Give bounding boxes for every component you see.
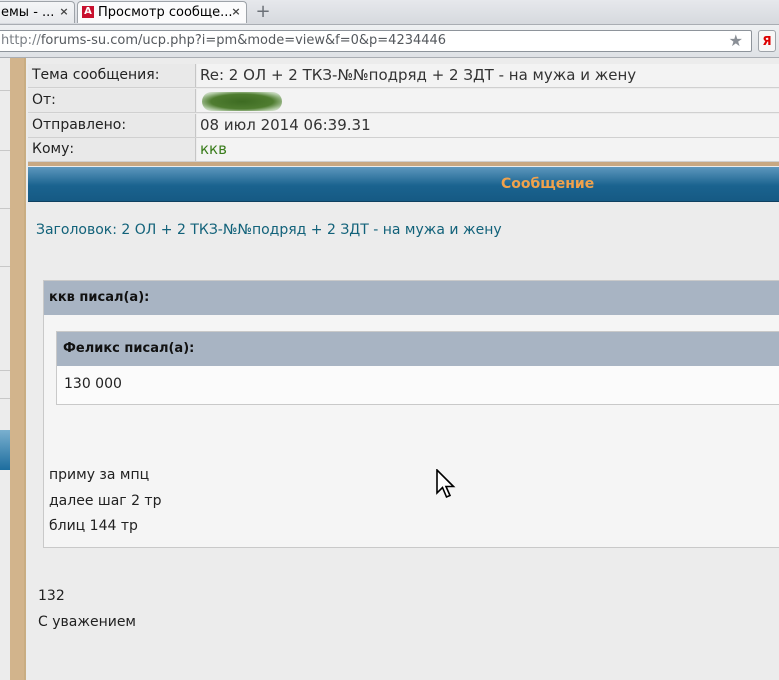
quote-line: блиц 144 тр xyxy=(49,518,138,534)
close-tab-icon[interactable]: × xyxy=(58,6,70,18)
subject-label: Тема сообщения: xyxy=(28,64,196,87)
browser-tab-1[interactable]: емы - ... × xyxy=(0,1,75,23)
message-body-line: 132 xyxy=(38,588,65,604)
message-section-title: Сообщение xyxy=(501,176,595,192)
to-label: Кому: xyxy=(28,138,196,161)
sidebar-divider xyxy=(0,398,10,399)
sidebar-blue-header xyxy=(0,430,10,470)
message-section-header: Сообщение xyxy=(28,167,779,202)
blurred-sender-name xyxy=(202,92,282,111)
mouse-pointer-icon xyxy=(436,469,456,499)
sent-value: 08 июл 2014 06:39.31 xyxy=(197,114,779,137)
browser-nav-bar: http://forums-su.com/ucp.php?i=pm&mode=v… xyxy=(0,25,779,58)
inner-quote-block: Феликс писал(а): 130 000 xyxy=(56,331,779,405)
sidebar-divider xyxy=(0,208,10,209)
tab-title: емы - ... xyxy=(1,5,55,20)
close-tab-icon[interactable]: × xyxy=(230,6,242,18)
sidebar-divider xyxy=(0,370,10,371)
sidebar-divider xyxy=(0,150,10,151)
url-scheme: http:// xyxy=(1,33,41,48)
header-row-to: Кому: ккв xyxy=(28,138,779,162)
tab-title: Просмотр сообще... xyxy=(98,5,233,20)
recipient-link[interactable]: ккв xyxy=(197,138,779,161)
inner-quote-author: Феликс писал(а): xyxy=(57,332,779,366)
sent-label: Отправлено: xyxy=(28,114,196,137)
header-row-from: От: xyxy=(28,89,779,113)
yandex-icon[interactable]: Я xyxy=(758,30,776,52)
sidebar-divider xyxy=(0,266,10,267)
sidebar-divider xyxy=(0,90,10,91)
quote-line: приму за мпц xyxy=(49,467,150,483)
bookmark-star-icon[interactable]: ★ xyxy=(729,31,743,51)
header-row-sent: Отправлено: 08 июл 2014 06:39.31 xyxy=(28,114,779,138)
url-text: forums-su.com/ucp.php?i=pm&mode=view&f=0… xyxy=(40,33,447,48)
from-label: От: xyxy=(28,89,196,112)
outer-quote-block: ккв писал(а): Феликс писал(а): 130 000 п… xyxy=(43,280,779,548)
section-divider xyxy=(28,162,779,166)
from-value xyxy=(197,89,779,112)
subject-value: Re: 2 ОЛ + 2 ТКЗ-№№подряд + 2 ЗДТ - на м… xyxy=(197,64,779,87)
new-tab-icon[interactable]: + xyxy=(253,2,273,22)
left-sidebar-fragment xyxy=(0,58,10,680)
browser-tab-2-active[interactable]: А Просмотр сообще... × xyxy=(77,1,247,23)
message-subject-line: Заголовок: 2 ОЛ + 2 ТКЗ-№№подряд + 2 ЗДТ… xyxy=(36,222,502,238)
header-row-subject: Тема сообщения: Re: 2 ОЛ + 2 ТКЗ-№№подря… xyxy=(28,64,779,88)
url-input[interactable]: http://forums-su.com/ucp.php?i=pm&mode=v… xyxy=(0,30,752,52)
quote-line: далее шаг 2 тр xyxy=(49,493,162,509)
browser-tab-bar: емы - ... × А Просмотр сообще... × + xyxy=(0,0,779,25)
quote-author: ккв писал(а): xyxy=(44,281,779,315)
pm-view-page: Тема сообщения: Re: 2 ОЛ + 2 ТКЗ-№№подря… xyxy=(24,58,779,680)
site-favicon-icon: А xyxy=(82,6,94,18)
message-body-line: С уважением xyxy=(38,614,136,630)
inner-quote-text: 130 000 xyxy=(64,376,122,392)
